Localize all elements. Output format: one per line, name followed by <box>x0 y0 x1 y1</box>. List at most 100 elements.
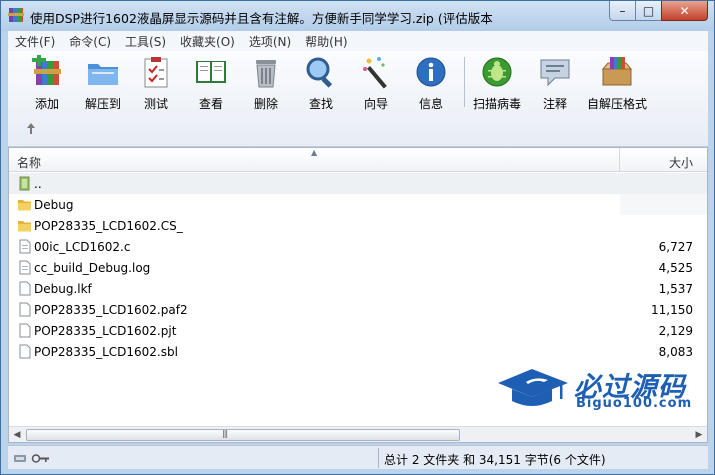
delete-label: 删除 <box>253 97 278 111</box>
file-icon <box>19 323 31 338</box>
wizard-label: 向导 <box>363 97 388 111</box>
status-bar: 总计 2 文件夹 和 34,151 字节(6 个文件) <box>8 445 708 469</box>
sfx-button[interactable]: 自解压格式 <box>584 55 650 111</box>
watermark-en: Biguo100.com <box>576 396 693 411</box>
horizontal-scrollbar[interactable]: ◀ ||| ▶ <box>9 426 707 442</box>
virus-scan-label: 扫描病毒 <box>472 97 521 111</box>
file-size: 8,083 <box>658 345 693 359</box>
file-name: POP28335_LCD1602.sbl <box>34 345 178 359</box>
test-button[interactable]: 测试 <box>134 55 178 111</box>
drive-key-icon <box>14 454 49 463</box>
virus-scan-button[interactable]: 扫描病毒 <box>470 55 524 111</box>
file-size: 2,129 <box>658 324 693 338</box>
add-button[interactable]: 添加 <box>22 55 72 111</box>
maximize-icon: □ <box>642 3 655 18</box>
menu-commands[interactable]: 命令(C) <box>62 33 118 50</box>
column-header-size[interactable]: 大小 <box>669 154 693 171</box>
file-icon <box>19 281 31 296</box>
file-name: Debug <box>34 198 74 212</box>
menu-file[interactable]: 文件(F) <box>8 33 62 50</box>
find-button[interactable]: 查找 <box>298 55 344 111</box>
list-item[interactable]: Debug.lkf 1,537 <box>9 278 707 299</box>
close-button[interactable]: ✕ <box>661 1 708 21</box>
scroll-left-icon[interactable]: ◀ <box>10 429 24 441</box>
file-icon <box>19 302 31 317</box>
find-magnifier-icon <box>306 57 333 88</box>
find-label: 查找 <box>308 97 333 111</box>
list-item[interactable]: POP28335_LCD1602.paf2 11,150 <box>9 299 707 320</box>
view-button[interactable]: 查看 <box>188 55 234 111</box>
add-archive-icon <box>32 55 61 85</box>
arrow-up-icon <box>27 123 35 134</box>
file-icon <box>19 260 31 275</box>
up-folder-icon[interactable] <box>24 121 38 135</box>
file-name: Debug.lkf <box>34 282 92 296</box>
file-size: 1,537 <box>658 282 693 296</box>
list-item[interactable]: POP28335_LCD1602.sbl 8,083 <box>9 341 707 362</box>
wizard-button[interactable]: 向导 <box>353 55 399 111</box>
scroll-right-icon[interactable]: ▶ <box>692 429 706 441</box>
file-name: POP28335_LCD1602.CS_ <box>34 219 183 233</box>
status-summary: 总计 2 文件夹 和 34,151 字节(6 个文件) <box>384 453 606 467</box>
file-size: 4,525 <box>658 261 693 275</box>
list-item[interactable]: POP28335_LCD1602.pjt 2,129 <box>9 320 707 341</box>
view-label: 查看 <box>198 97 223 111</box>
scroll-grip-icon: ||| <box>222 429 228 438</box>
test-label: 测试 <box>143 97 168 111</box>
file-name: cc_build_Debug.log <box>34 261 151 275</box>
window-title: 使用DSP进行1602液晶屏显示源码并且含有注解。方便新手同学学习.zip (评… <box>30 11 493 26</box>
file-name: POP28335_LCD1602.paf2 <box>34 303 188 317</box>
wizard-wand-icon <box>363 57 387 89</box>
comment-button[interactable]: 注释 <box>532 55 578 111</box>
trash-icon <box>256 60 276 88</box>
menu-help[interactable]: 帮助(H) <box>298 33 354 50</box>
comment-label: 注释 <box>542 97 567 111</box>
winrar-app-icon <box>8 8 24 22</box>
list-item[interactable]: cc_build_Debug.log 4,525 <box>9 257 707 278</box>
list-item[interactable]: 00ic_LCD1602.c 6,727 <box>9 236 707 257</box>
file-icon <box>19 239 31 254</box>
menu-favorites[interactable]: 收藏夹(O) <box>173 33 242 50</box>
file-name: 00ic_LCD1602.c <box>34 240 131 254</box>
sfx-box-icon <box>601 57 633 86</box>
list-item[interactable]: POP28335_LCD1602.CS_ <box>9 215 707 236</box>
comment-icon <box>540 59 570 87</box>
extract-to-button[interactable]: 解压到 <box>76 55 130 111</box>
list-item[interactable]: Debug <box>9 194 707 215</box>
list-item[interactable]: .. <box>9 173 707 194</box>
column-header-name[interactable]: 名称 <box>17 154 41 171</box>
delete-button[interactable]: 删除 <box>243 55 289 111</box>
close-icon: ✕ <box>679 3 690 18</box>
minimize-button[interactable]: – <box>609 1 636 21</box>
view-book-icon <box>196 61 226 83</box>
file-size: 11,150 <box>651 303 693 317</box>
scrollbar-thumb[interactable] <box>26 429 460 441</box>
title-bar[interactable]: 使用DSP进行1602液晶屏显示源码并且含有注解。方便新手同学学习.zip (评… <box>1 1 714 31</box>
file-name: POP28335_LCD1602.pjt <box>34 324 177 338</box>
toolbar-separator <box>464 57 465 107</box>
list-header: 名称 ▲ 大小 <box>9 148 707 172</box>
sort-ascending-icon: ▲ <box>311 148 318 157</box>
minimize-icon: – <box>619 3 626 18</box>
file-size: 6,727 <box>658 240 693 254</box>
winrar-window: 使用DSP进行1602液晶屏显示源码并且含有注解。方便新手同学学习.zip (评… <box>0 0 715 475</box>
extract-to-label: 解压到 <box>84 97 121 111</box>
menu-tools[interactable]: 工具(S) <box>118 33 173 50</box>
sfx-label: 自解压格式 <box>586 97 647 111</box>
info-button[interactable]: 信息 <box>408 55 454 111</box>
virus-scan-icon <box>482 57 512 87</box>
column-divider[interactable] <box>619 148 620 172</box>
maximize-button[interactable]: □ <box>635 1 662 21</box>
parent-folder-icon <box>19 176 30 191</box>
add-label: 添加 <box>34 97 59 111</box>
extract-folder-icon <box>88 64 118 85</box>
status-divider <box>378 448 379 468</box>
test-checklist-icon <box>144 57 168 88</box>
watermark-logo: 必过源码 Biguo100.com <box>496 363 696 413</box>
graduation-cap-icon <box>498 369 568 406</box>
menu-bar: 文件(F) 命令(C) 工具(S) 收藏夹(O) 选项(N) 帮助(H) <box>8 31 708 51</box>
menu-options[interactable]: 选项(N) <box>242 33 298 50</box>
info-label: 信息 <box>418 97 443 111</box>
file-icon <box>19 344 31 359</box>
toolbar: 添加 解压到 测试 查看 删除 查找 向导 信息 扫描病毒 注释 自解压格式 <box>8 51 708 147</box>
